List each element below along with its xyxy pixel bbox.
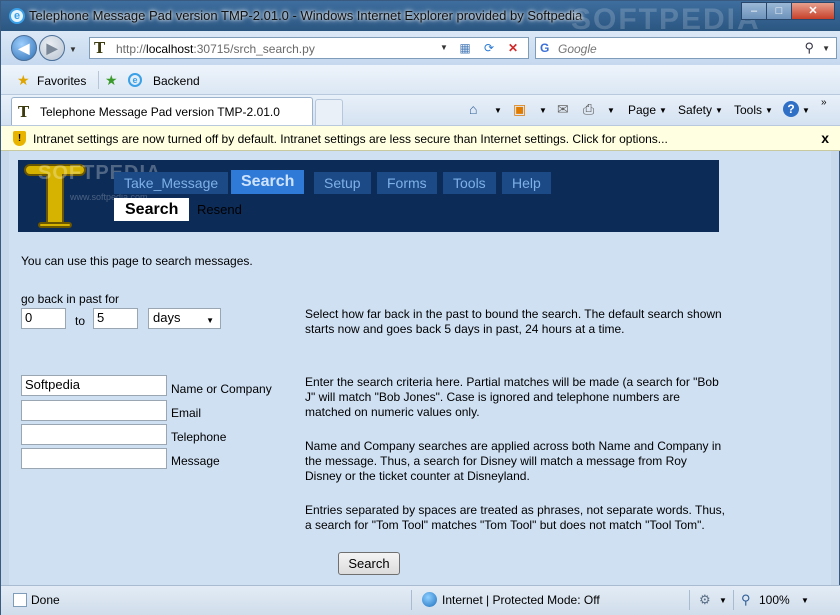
message-input[interactable]: [21, 448, 167, 469]
zoom-level[interactable]: 100%: [759, 593, 790, 607]
zoom-dropdown-icon[interactable]: ▼: [801, 596, 809, 605]
page-favicon-icon: T: [94, 39, 106, 57]
browser-window: e Telephone Message Pad version TMP-2.01…: [0, 0, 840, 615]
stop-icon[interactable]: ✕: [504, 40, 522, 56]
name-company-help-text: Name and Company searches are applied ac…: [305, 439, 722, 483]
tab-row: T Telephone Message Pad version TMP-2.01…: [1, 95, 840, 125]
page-status-icon: [13, 593, 27, 607]
shield-warning-icon: !: [13, 131, 26, 146]
to-label: to: [75, 314, 86, 328]
minimize-button[interactable]: –: [741, 2, 767, 20]
go-back-label: go back in past for: [21, 292, 120, 306]
favorites-button[interactable]: Favorites: [37, 74, 86, 88]
email-input[interactable]: [21, 400, 167, 421]
app-banner: SOFTPEDIA www.softpedia.com Take_Message…: [18, 160, 719, 232]
favorites-bar: ★ Favorites ★ e Backend: [1, 65, 840, 95]
address-url[interactable]: http://localhost:30715/srch_search.py: [116, 42, 315, 56]
close-information-bar-button[interactable]: x: [821, 130, 829, 146]
menu-forms[interactable]: Forms: [377, 172, 437, 194]
read-mail-icon[interactable]: ✉: [557, 101, 569, 118]
search-button[interactable]: Search: [338, 552, 400, 575]
backend-link-icon[interactable]: e: [128, 73, 142, 87]
page-menu[interactable]: Page: [628, 103, 656, 117]
tools-menu[interactable]: Tools: [734, 103, 762, 117]
criteria-help-text: Enter the search criteria here. Partial …: [305, 375, 719, 419]
refresh-icon[interactable]: ⟳: [480, 40, 498, 56]
from-days-input[interactable]: 0: [21, 308, 66, 329]
backend-link[interactable]: Backend: [153, 74, 200, 88]
submenu-resend[interactable]: Resend: [186, 198, 253, 221]
search-box[interactable]: G Google ⚲ ▼: [535, 37, 837, 59]
tab-label[interactable]: Telephone Message Pad version TMP-2.01.0: [40, 105, 280, 119]
divider: [98, 71, 99, 89]
close-window-button[interactable]: ✕: [791, 2, 835, 20]
maximize-button[interactable]: □: [766, 2, 792, 20]
tab-telephone-message-pad[interactable]: T Telephone Message Pad version TMP-2.01…: [11, 97, 313, 125]
home-dropdown-icon[interactable]: ▼: [494, 106, 502, 115]
tools-dropdown-icon[interactable]: ▼: [765, 106, 773, 115]
title-bar: e Telephone Message Pad version TMP-2.01…: [1, 1, 840, 36]
help-icon[interactable]: ?: [783, 101, 799, 117]
google-icon: G: [540, 41, 550, 55]
menu-setup[interactable]: Setup: [314, 172, 371, 194]
phrases-help-text: Entries separated by spaces are treated …: [305, 503, 726, 532]
time-unit-select[interactable]: days ▼: [148, 308, 221, 329]
forward-button[interactable]: ▶: [39, 35, 65, 61]
history-dropdown-icon[interactable]: ▼: [69, 45, 77, 54]
time-unit-value: days: [153, 310, 181, 325]
telephone-input[interactable]: [21, 424, 167, 445]
message-label: Message: [171, 454, 220, 468]
page-dropdown-icon[interactable]: ▼: [659, 106, 667, 115]
menu-help[interactable]: Help: [502, 172, 551, 194]
divider: [733, 590, 734, 610]
page-intro: You can use this page to search messages…: [21, 254, 253, 268]
feeds-icon[interactable]: ▣: [513, 101, 526, 118]
internet-zone-icon: [422, 592, 437, 607]
compatibility-icon[interactable]: ▦: [456, 40, 474, 56]
status-text: Done: [31, 593, 60, 607]
page-content: SOFTPEDIA www.softpedia.com Take_Message…: [9, 151, 831, 585]
submenu-search[interactable]: Search: [114, 198, 190, 221]
menu-take-message[interactable]: Take_Message: [114, 172, 229, 194]
favorites-star-icon[interactable]: ★: [17, 72, 30, 89]
feeds-dropdown-icon[interactable]: ▼: [539, 106, 547, 115]
window-title: Telephone Message Pad version TMP-2.01.0…: [29, 8, 583, 23]
status-bar: Done Internet | Protected Mode: Off ⚙ ▼ …: [1, 585, 840, 615]
security-zone[interactable]: Internet | Protected Mode: Off: [442, 593, 600, 607]
chevron-down-icon: ▼: [206, 316, 214, 325]
telephone-label: Telephone: [171, 430, 227, 444]
home-icon[interactable]: ⌂: [469, 101, 477, 117]
chevron-right-icon[interactable]: »: [821, 97, 827, 108]
safety-menu[interactable]: Safety: [678, 103, 712, 117]
add-favorite-icon[interactable]: ★: [105, 72, 118, 89]
protected-mode-icon[interactable]: ⚙: [699, 592, 711, 608]
address-dropdown-icon[interactable]: ▼: [440, 43, 448, 52]
email-label: Email: [171, 406, 202, 420]
zoom-icon[interactable]: ⚲: [741, 592, 751, 608]
back-button[interactable]: ◀: [11, 35, 37, 61]
name-company-input[interactable]: Softpedia: [21, 375, 167, 396]
search-placeholder[interactable]: Google: [558, 42, 597, 56]
name-company-label: Name or Company: [171, 382, 272, 396]
addons-dropdown-icon[interactable]: ▼: [719, 596, 727, 605]
address-bar[interactable]: T http://localhost:30715/srch_search.py …: [89, 37, 529, 59]
menu-search[interactable]: Search: [231, 170, 305, 194]
information-bar-message[interactable]: Intranet settings are now turned off by …: [33, 132, 668, 146]
to-days-input[interactable]: 5: [93, 308, 138, 329]
tab-favicon-icon: T: [18, 103, 30, 121]
divider: [689, 590, 690, 610]
menu-tools[interactable]: Tools: [443, 172, 496, 194]
navigation-bar: ◀ ▶ ▼ T http://localhost:30715/srch_sear…: [1, 31, 840, 65]
new-tab-button[interactable]: [315, 99, 343, 125]
divider: [411, 590, 412, 610]
range-help-text: Select how far back in the past to bound…: [305, 307, 722, 336]
help-dropdown-icon[interactable]: ▼: [802, 106, 810, 115]
ie-logo-icon: e: [9, 8, 25, 24]
print-dropdown-icon[interactable]: ▼: [607, 106, 615, 115]
search-options-icon[interactable]: ▼: [822, 44, 830, 53]
print-icon[interactable]: ⎙: [583, 101, 594, 118]
information-bar[interactable]: ! Intranet settings are now turned off b…: [1, 125, 840, 151]
search-icon[interactable]: ⚲: [804, 40, 814, 56]
safety-dropdown-icon[interactable]: ▼: [715, 106, 723, 115]
